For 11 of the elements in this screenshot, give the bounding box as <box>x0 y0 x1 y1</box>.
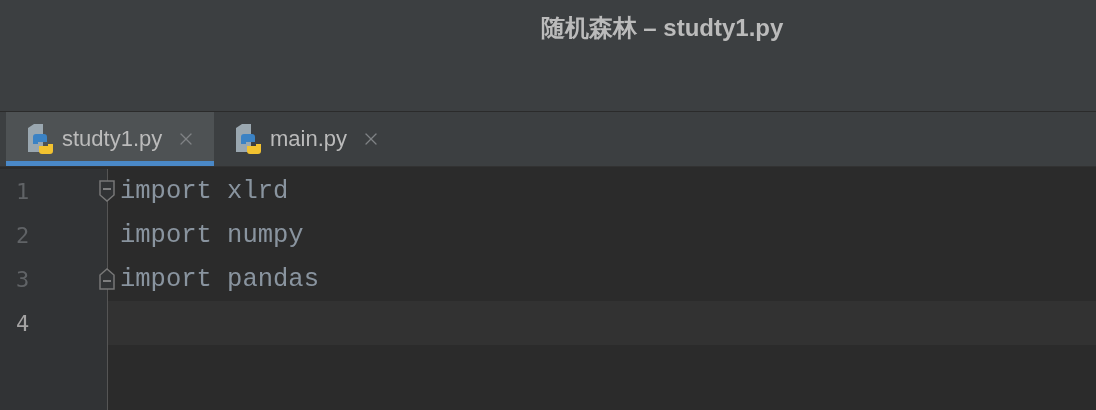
fold-icon[interactable] <box>98 178 116 204</box>
python-file-icon <box>234 124 262 154</box>
code-text: import numpy <box>120 220 304 250</box>
file-tab[interactable]: main.py <box>214 112 390 166</box>
python-file-icon <box>26 124 54 154</box>
line-number: 4 <box>16 310 30 336</box>
file-tab[interactable]: studty1.py <box>6 112 214 166</box>
code-text: import pandas <box>120 264 319 294</box>
window-title: 随机森林 – studty1.py <box>540 13 784 43</box>
code-text: import xlrd <box>120 176 289 206</box>
fold-icon[interactable] <box>98 266 116 292</box>
